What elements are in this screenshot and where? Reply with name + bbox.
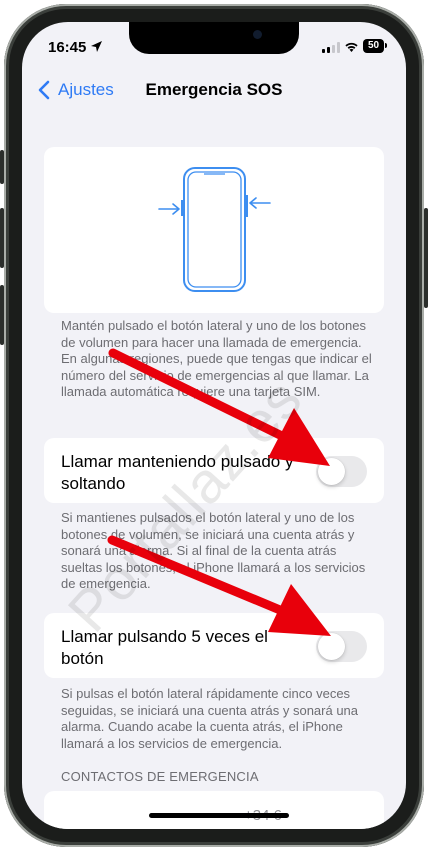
home-indicator[interactable]	[149, 813, 289, 818]
emergency-contact-row[interactable]: +34 6	[44, 791, 384, 829]
side-buttons-illustration	[158, 167, 271, 292]
hold-release-toggle[interactable]	[316, 456, 367, 487]
press-5-times-description: Si pulsas el botón lateral rápidamente c…	[61, 686, 359, 751]
cellular-signal-icon	[322, 42, 340, 53]
battery-icon: 50	[363, 39, 384, 53]
wifi-icon	[345, 42, 358, 52]
page-title: Emergencia SOS	[145, 80, 283, 99]
toggle-knob	[318, 633, 345, 660]
status-time: 16:45	[48, 39, 87, 56]
location-arrow-icon	[91, 41, 102, 52]
press-5-times-toggle[interactable]	[316, 631, 367, 662]
illustration-card	[44, 147, 384, 313]
volume-down-button	[0, 285, 4, 345]
toggle-knob	[318, 458, 345, 485]
battery-cap	[385, 43, 387, 48]
volume-up-button	[0, 208, 4, 268]
front-camera	[253, 30, 262, 39]
side-button	[424, 208, 428, 308]
emergency-contacts-header: CONTACTOS DE EMERGENCIA	[61, 769, 259, 784]
sos-description: Mantén pulsado el botón lateral y uno de…	[61, 318, 372, 399]
silent-switch	[0, 150, 4, 184]
notch	[129, 22, 299, 54]
